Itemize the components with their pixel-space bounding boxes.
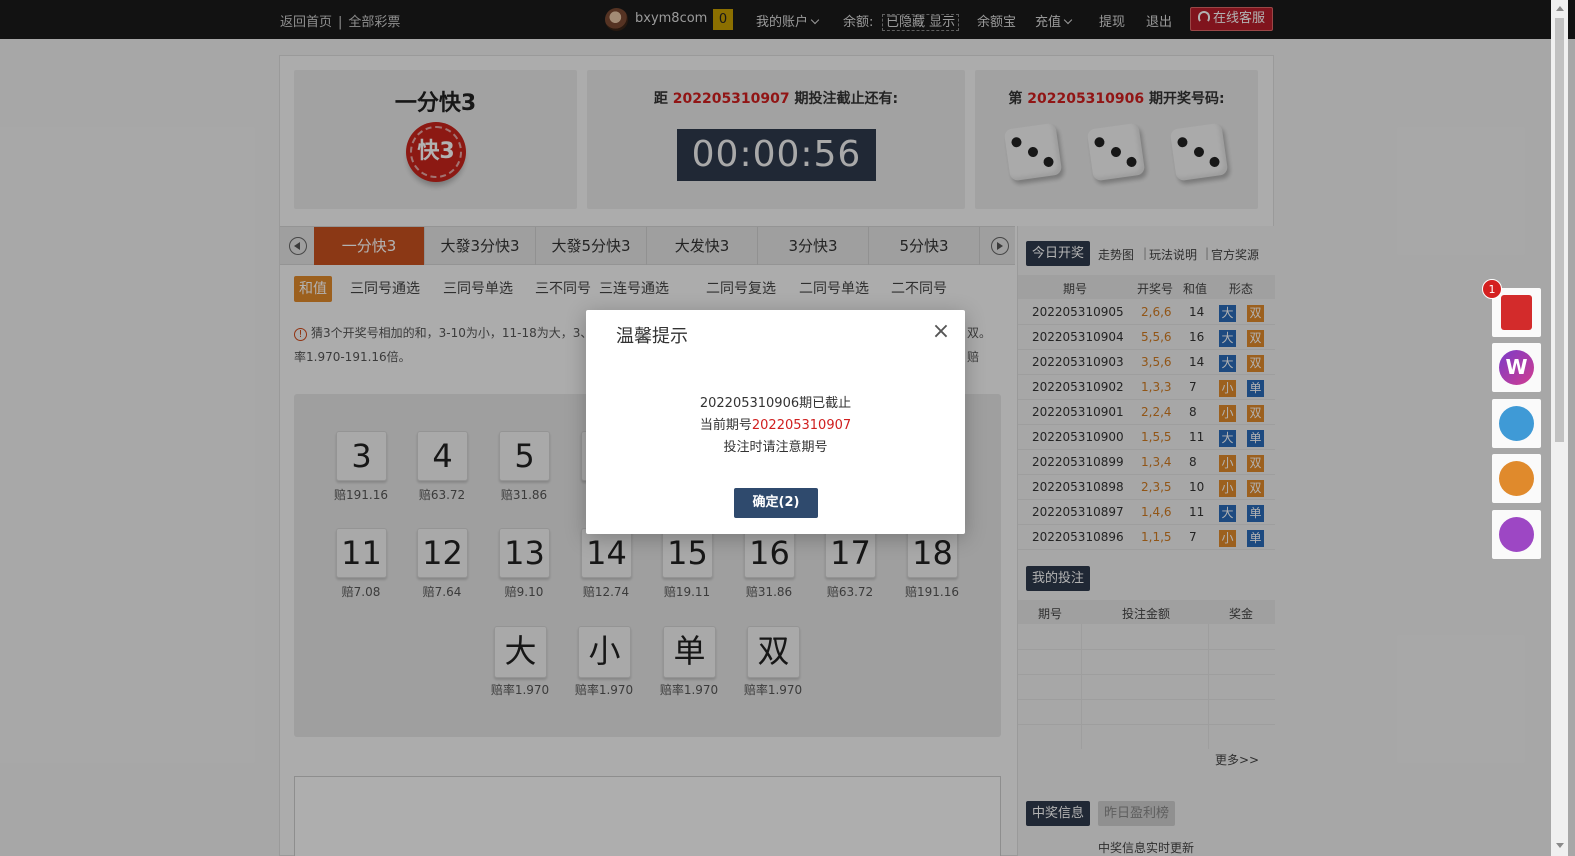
modal-line-1: 202205310906期已截止 bbox=[699, 396, 852, 411]
customer-service-button[interactable] bbox=[1492, 510, 1541, 559]
scroll-down-icon[interactable] bbox=[1556, 843, 1564, 848]
modal-title: 温馨提示 bbox=[616, 326, 688, 347]
notification-badge: 1 bbox=[1482, 279, 1502, 299]
notice-modal: 温馨提示 × 202205310906期已截止 当前期号202205310907… bbox=[586, 310, 965, 534]
agent-button[interactable] bbox=[1492, 454, 1541, 503]
scroll-thumb[interactable] bbox=[1555, 18, 1564, 442]
w-logo-icon: W bbox=[1499, 350, 1534, 385]
page-scrollbar[interactable] bbox=[1551, 0, 1568, 856]
people-icon bbox=[1499, 461, 1534, 496]
close-icon[interactable]: × bbox=[930, 321, 952, 344]
modal-line-2: 当前期号202205310907 bbox=[586, 414, 965, 433]
yuebao-float-button[interactable] bbox=[1492, 399, 1541, 448]
red-packet-icon bbox=[1501, 295, 1532, 330]
service-face-icon bbox=[1499, 517, 1534, 552]
modal-current-issue: 202205310907 bbox=[751, 418, 852, 433]
yuebao-icon bbox=[1499, 406, 1534, 441]
w-app-button[interactable]: W bbox=[1492, 343, 1541, 392]
confirm-button[interactable]: 确定(2) bbox=[734, 488, 818, 518]
modal-line-2-prefix: 当前期号 bbox=[699, 418, 752, 433]
modal-line-3: 投注时请注意期号 bbox=[723, 440, 828, 455]
scroll-up-icon[interactable] bbox=[1556, 6, 1564, 11]
